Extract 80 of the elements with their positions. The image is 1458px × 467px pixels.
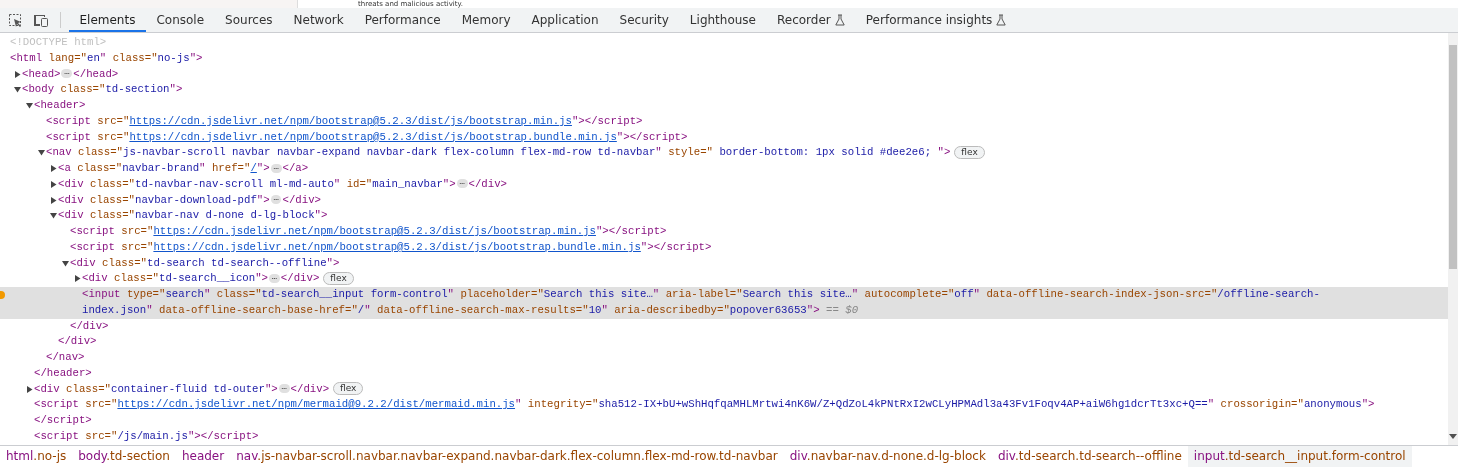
code-text: <script src="/js/main.js"></script> — [34, 429, 259, 442]
code-text: <div class="container-fluid td-outer"> — [34, 382, 278, 395]
code-text: </a> — [282, 162, 309, 174]
code-text: </div> — [280, 272, 320, 285]
code-text: </script> — [34, 414, 92, 426]
url-link[interactable]: https://cdn.jsdelivr.net/npm/bootstrap@5.2.3/dist/js/bootstrap.min.js — [129, 114, 572, 127]
breadcrumb-item[interactable]: header — [175, 446, 231, 467]
flex-badge[interactable]: flex — [954, 145, 985, 159]
code-text: <div class="navbar-nav d-none d-lg-block"> — [58, 209, 328, 222]
expand-triangle-icon[interactable] — [14, 70, 21, 78]
panel-tab[interactable]: Network — [283, 10, 355, 32]
code-text: <head> — [22, 67, 61, 80]
ellipsis-button[interactable]: ⋯ — [270, 195, 282, 205]
panel-tab[interactable]: Security — [609, 10, 680, 32]
collapse-triangle-icon[interactable] — [26, 102, 33, 109]
code-text: <div class="td-search__icon"> — [82, 272, 268, 285]
panel-tab[interactable]: Memory — [451, 10, 521, 32]
code-text: <div class="td-navbar-nav-scroll ml-md-auto" id="main_navbar"> — [58, 177, 456, 190]
code-text: <script src="https://cdn.jsdelivr.net/npm/bootstrap@5.2.3/dist/js/bootstrap.min.js"></script> — [70, 225, 667, 237]
code-text: <input type="search" class="td-search__input form-control" placeholder="Search this site…" aria-label="Search this site…" autocomplete="off" data-offline-search-index-json-src="/offline-search-index.json" data-offline-search-base-href="/" data-offline-search-max-results="10" aria-describedby="popover63653"> == $0 — [82, 288, 1320, 316]
code-text: <body class="td-section"> — [22, 83, 183, 96]
code-text: </head> — [73, 67, 119, 80]
collapse-triangle-icon[interactable] — [14, 86, 21, 94]
inspect-element-icon[interactable] — [8, 13, 22, 27]
breadcrumb-item[interactable]: nav.js-navbar-scroll.navbar.navbar-expand.navbar-dark.flex-column.flex-md-row.td-navbar — [230, 446, 784, 467]
breadcrumb-item[interactable]: input.td-search__input.form-control — [1187, 446, 1412, 467]
ellipsis-button[interactable]: ⋯ — [61, 69, 73, 79]
ellipsis-button[interactable]: ⋯ — [269, 273, 280, 283]
code-text: <div class="navbar-download-pdf"> — [58, 193, 270, 206]
code-text: <!DOCTYPE html> — [10, 36, 107, 48]
code-text: <script src="https://cdn.jsdelivr.net/npm/bootstrap@5.2.3/dist/js/bootstrap.bundle.min.js"></script> — [70, 240, 712, 253]
code-text: </div> — [58, 335, 97, 348]
flex-badge[interactable]: flex — [333, 382, 364, 396]
panel-tab[interactable]: Recorder — [766, 10, 856, 32]
device-toolbar-icon[interactable] — [33, 13, 49, 27]
ellipsis-button[interactable]: ⋯ — [456, 179, 468, 189]
selected-row-highlight[interactable] — [0, 287, 1448, 319]
url-link[interactable]: https://cdn.jsdelivr.net/npm/mermaid@9.2.2/dist/mermaid.min.js — [117, 398, 516, 411]
url-link[interactable]: / — [250, 162, 257, 174]
expand-triangle-icon[interactable] — [74, 275, 81, 283]
expand-triangle-icon[interactable] — [50, 196, 57, 204]
expand-triangle-icon[interactable] — [26, 385, 33, 393]
panel-tab[interactable]: Elements — [69, 10, 146, 32]
panel-tab[interactable]: Application — [521, 10, 610, 32]
code-text: </div> — [468, 177, 507, 190]
code-text: <a class="navbar-brand" href="/"> — [58, 162, 270, 174]
ellipsis-button[interactable]: ⋯ — [278, 384, 290, 394]
collapse-triangle-icon[interactable] — [50, 212, 57, 220]
code-text: <script src="https://cdn.jsdelivr.net/npm/bootstrap@5.2.3/dist/js/bootstrap.min.js"></script> — [46, 114, 643, 127]
url-link[interactable]: https://cdn.jsdelivr.net/npm/bootstrap@5.2.3/dist/js/bootstrap.min.js — [153, 225, 596, 237]
panel-tab[interactable]: Console — [145, 10, 215, 32]
code-text: </div> — [282, 193, 321, 206]
ellipsis-button[interactable]: ⋯ — [270, 163, 282, 173]
code-text: <nav class="js-navbar-scroll navbar navbar-expand navbar-dark flex-column flex-md-row td-navbar" style=" border-bottom: 1px solid #dee2e6; "> — [46, 146, 951, 159]
breadcrumb-item[interactable]: div.navbar-nav.d-none.d-lg-block — [783, 446, 992, 467]
code-text: </div> — [290, 382, 330, 395]
collapse-triangle-icon[interactable] — [38, 149, 45, 157]
scroll-down-arrow-icon[interactable] — [1449, 434, 1457, 439]
code-text: </header> — [34, 366, 92, 379]
expand-triangle-icon[interactable] — [50, 165, 57, 172]
code-text: <script src="https://cdn.jsdelivr.net/npm/mermaid@9.2.2/dist/mermaid.min.js" integrity="sha512-IX+bU+wShHqfqaMHLMrtwi4nK6W/Z+QdZoL4kPNtRxI2wCLyHPMAdl3a43Fv1Foqv4AP+aiW6hg1dcrTt3xc+Q==" crossorigin="anonymous"> — [34, 398, 1375, 411]
url-link[interactable]: https://cdn.jsdelivr.net/npm/bootstrap@5.2.3/dist/js/bootstrap.bundle.min.js — [153, 240, 641, 253]
code-text: </div> — [70, 319, 109, 332]
url-link[interactable]: https://cdn.jsdelivr.net/npm/bootstrap@5.2.3/dist/js/bootstrap.bundle.min.js — [129, 130, 617, 143]
code-text: <div class="td-search td-search--offline"> — [70, 256, 340, 269]
breadcrumb-item[interactable]: html.no-js — [0, 446, 73, 467]
breadcrumb-item[interactable]: body.td-section — [72, 446, 176, 467]
breadcrumb-item[interactable]: div.td-search.td-search--offline — [991, 446, 1188, 467]
panel-tab[interactable]: Lighthouse — [679, 10, 767, 32]
flex-badge[interactable]: flex — [323, 271, 354, 285]
code-text: <header> — [34, 99, 86, 111]
panel-tab[interactable]: Performance — [354, 10, 452, 32]
expand-triangle-icon[interactable] — [50, 180, 57, 188]
panel-tab[interactable]: Sources — [214, 10, 284, 32]
code-text: <html lang="en" class="no-js"> — [10, 51, 203, 64]
code-text: <script src="https://cdn.jsdelivr.net/npm/bootstrap@5.2.3/dist/js/bootstrap.bundle.min.js"></script> — [46, 130, 688, 143]
panel-tab[interactable]: Performance insights — [855, 10, 1017, 32]
code-text: </nav> — [46, 351, 85, 363]
collapse-triangle-icon[interactable] — [62, 259, 69, 267]
scrollbar-thumb[interactable] — [1449, 45, 1457, 269]
